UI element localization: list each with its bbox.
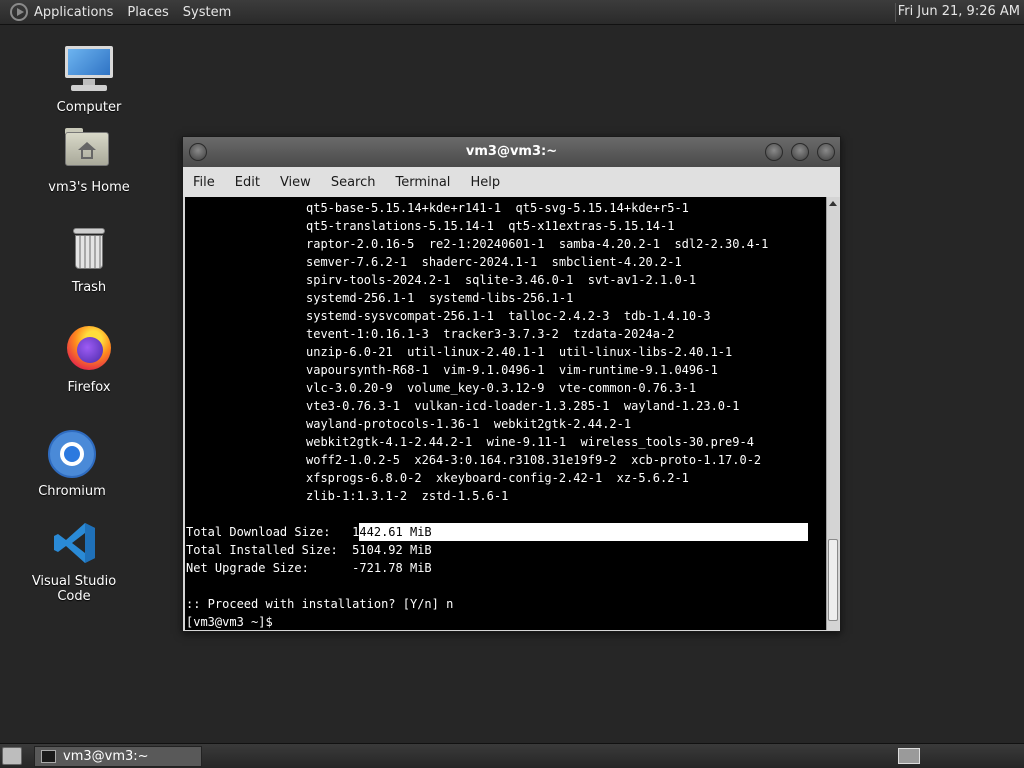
download-size-label: Total Download Size: 1	[186, 525, 360, 539]
package-line: vlc-3.0.20-9 volume_key-0.3.12-9 vte-com…	[306, 381, 697, 395]
package-line: xfsprogs-6.8.0-2 xkeyboard-config-2.42-1…	[306, 471, 689, 485]
package-line: systemd-256.1-1 systemd-libs-256.1-1	[306, 291, 574, 305]
menu-help[interactable]: Help	[470, 175, 500, 190]
download-size-line: Total Download Size: 1442.61 MiB	[185, 523, 826, 541]
package-line: wayland-protocols-1.36-1 webkit2gtk-2.44…	[306, 417, 632, 431]
terminal-menubar: File Edit View Search Terminal Help	[183, 167, 840, 197]
shell-prompt: [vm3@vm3 ~]$	[186, 615, 273, 629]
desktop-icon-label: Firefox	[67, 380, 111, 395]
installed-size-line: Total Installed Size: 5104.92 MiB	[186, 543, 432, 557]
menu-terminal[interactable]: Terminal	[395, 175, 450, 190]
desktop-icon-chromium[interactable]: Chromium	[12, 428, 132, 499]
panel-separator	[895, 3, 896, 22]
clock[interactable]: Fri Jun 21, 9:26 AM	[898, 4, 1020, 19]
desktop-icon-vscode[interactable]: Visual Studio Code	[14, 518, 134, 604]
selected-text: 442.61 MiB	[359, 523, 809, 541]
window-titlebar[interactable]: vm3@vm3:~	[183, 137, 840, 167]
chromium-icon	[46, 428, 98, 480]
menu-places[interactable]: Places	[127, 5, 168, 20]
package-line: spirv-tools-2024.2-1 sqlite-3.46.0-1 svt…	[306, 273, 697, 287]
desktop-icon-label: vm3's Home	[48, 180, 130, 195]
terminal-scrollbar[interactable]	[826, 197, 839, 630]
window-menu-button[interactable]	[189, 143, 207, 161]
package-line: raptor-2.0.16-5 re2-1:20240601-1 samba-4…	[306, 237, 769, 251]
package-line: vte3-0.76.3-1 vulkan-icd-loader-1.3.285-…	[306, 399, 740, 413]
package-line: systemd-sysvcompat-256.1-1 talloc-2.4.2-…	[306, 309, 711, 323]
scroll-up-arrow-icon[interactable]	[829, 201, 837, 206]
top-panel: Applications Places System Fri Jun 21, 9…	[0, 0, 1024, 25]
package-line: tevent-1:0.16.1-3 tracker3-3.7.3-2 tzdat…	[306, 327, 675, 341]
terminal-output[interactable]: qt5-base-5.15.14+kde+r141-1 qt5-svg-5.15…	[185, 197, 826, 630]
package-line: qt5-translations-5.15.14-1 qt5-x11extras…	[306, 219, 675, 233]
menu-file[interactable]: File	[193, 175, 215, 190]
taskbar-window-button[interactable]: vm3@vm3:~	[34, 746, 202, 767]
package-line: semver-7.6.2-1 shaderc-2024.1-1 smbclien…	[306, 255, 682, 269]
package-line: vapoursynth-R68-1 vim-9.1.0496-1 vim-run…	[306, 363, 718, 377]
vscode-icon	[48, 518, 100, 570]
desktop-icon-home[interactable]: vm3's Home	[29, 124, 149, 195]
maximize-button[interactable]	[791, 143, 809, 161]
menu-view[interactable]: View	[280, 175, 311, 190]
net-upgrade-line: Net Upgrade Size: -721.78 MiB	[186, 561, 432, 575]
menu-search[interactable]: Search	[331, 175, 376, 190]
show-desktop-icon[interactable]	[2, 747, 22, 765]
terminal-window[interactable]: vm3@vm3:~ File Edit View Search Terminal…	[182, 136, 841, 632]
menu-applications[interactable]: Applications	[34, 5, 113, 20]
firefox-icon	[63, 324, 115, 376]
package-line: zlib-1:1.3.1-2 zstd-1.5.6-1	[306, 489, 509, 503]
package-line: unzip-6.0-21 util-linux-2.40.1-1 util-li…	[306, 345, 733, 359]
desktop-icon-trash[interactable]: Trash	[29, 224, 149, 295]
package-line: woff2-1.0.2-5 x264-3:0.164.r3108.31e19f9…	[306, 453, 762, 467]
scrollbar-thumb[interactable]	[828, 539, 838, 621]
package-line: webkit2gtk-4.1-2.44.2-1 wine-9.11-1 wire…	[306, 435, 754, 449]
terminal-icon	[41, 750, 56, 763]
home-folder-icon	[63, 124, 115, 176]
distro-logo-icon[interactable]	[10, 3, 28, 21]
computer-icon	[63, 44, 115, 96]
menu-edit[interactable]: Edit	[235, 175, 260, 190]
desktop-icon-label: Chromium	[38, 484, 106, 499]
desktop-icon-label: Visual Studio Code	[31, 574, 117, 604]
taskbar-window-label: vm3@vm3:~	[63, 749, 149, 764]
menu-system[interactable]: System	[183, 5, 231, 20]
package-line: qt5-base-5.15.14+kde+r141-1 qt5-svg-5.15…	[306, 201, 689, 215]
bottom-panel: vm3@vm3:~	[0, 743, 1024, 768]
workspace-switcher[interactable]	[898, 748, 920, 764]
proceed-prompt: :: Proceed with installation? [Y/n] n	[186, 597, 454, 611]
minimize-button[interactable]	[765, 143, 783, 161]
trash-icon	[63, 224, 115, 276]
desktop-icon-label: Trash	[71, 280, 107, 295]
desktop-icon-firefox[interactable]: Firefox	[29, 324, 149, 395]
desktop-icon-computer[interactable]: Computer	[29, 44, 149, 115]
desktop-icon-label: Computer	[56, 100, 122, 115]
close-button[interactable]	[817, 143, 835, 161]
window-title: vm3@vm3:~	[465, 144, 558, 159]
